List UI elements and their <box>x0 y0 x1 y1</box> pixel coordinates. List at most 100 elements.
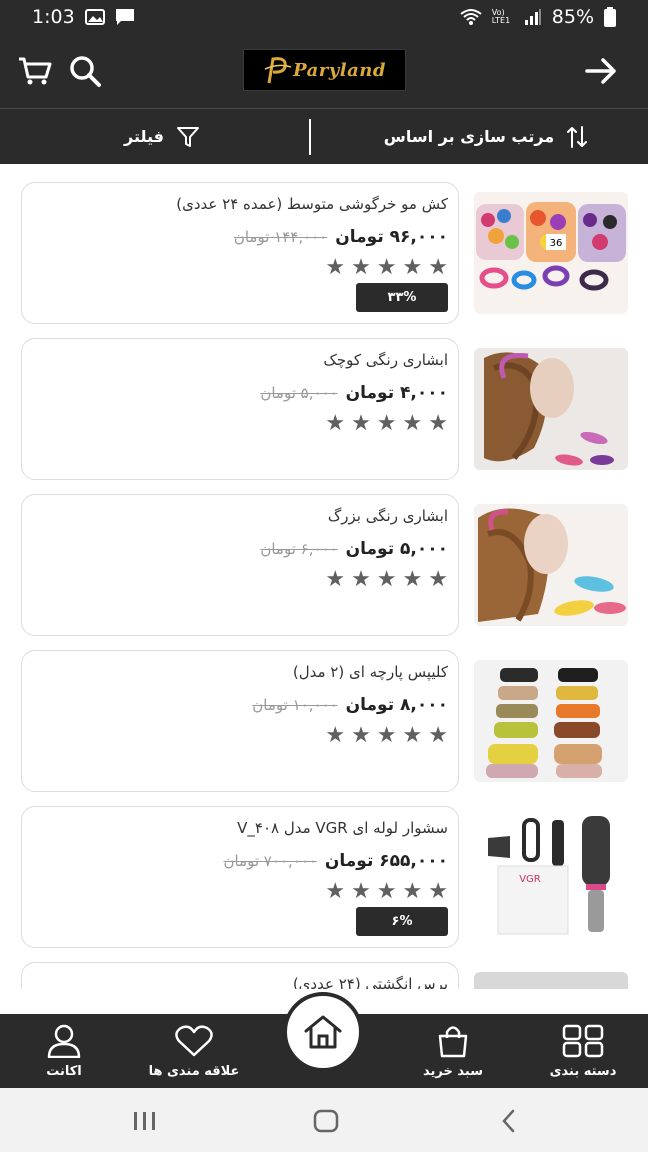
star-icon: ★ <box>325 411 346 436</box>
product-card[interactable]: ابشاری رنگی بزرگ ۵,۰۰۰ تومان ۶,۰۰۰ تومان… <box>21 494 459 636</box>
new-price: ۴,۰۰۰ تومان <box>345 383 448 403</box>
product-price: ۹۶,۰۰۰ تومان ۱۴۴,۰۰۰ تومان <box>234 227 448 247</box>
product-list: کش مو خرگوشی متوسط (عمده ۲۴ عددی) ۹۶,۰۰۰… <box>0 164 648 989</box>
logo-mark-icon <box>264 57 292 84</box>
new-price: ۸,۰۰۰ تومان <box>345 695 448 715</box>
star-icon: ★ <box>376 879 397 904</box>
star-icon: ★ <box>351 255 371 280</box>
product-price: ۶۵۵,۰۰۰ تومان ۷۰۰,۰۰۰ تومان <box>223 851 448 871</box>
discount-badge: ۳۳% <box>356 283 448 312</box>
star-icon: ★ <box>325 567 346 592</box>
product-title[interactable]: سشوار لوله ای VGR مدل V_۴۰۸ <box>237 819 448 837</box>
new-price: ۵,۰۰۰ تومان <box>345 539 448 559</box>
filter-button[interactable]: فیلتر <box>0 109 324 164</box>
product-image[interactable] <box>474 972 628 989</box>
product-price: ۵,۰۰۰ تومان ۶,۰۰۰ تومان <box>260 539 448 559</box>
cart-icon[interactable] <box>16 52 54 90</box>
app-header: Paryland <box>0 34 648 108</box>
product-title[interactable]: کش مو خرگوشی متوسط (عمده ۲۴ عددی) <box>176 195 448 213</box>
product-title[interactable]: کلیپس پارچه ای (۲ مدل) <box>293 663 448 681</box>
search-icon[interactable] <box>66 52 104 90</box>
nav-categories[interactable]: دسته بندی <box>533 1014 633 1088</box>
product-image[interactable]: VGR <box>474 816 628 938</box>
bottom-navigation: دسته بندی سبد خرید علاقه مندی ها اکانت <box>0 992 648 1088</box>
star-icon: ★ <box>325 879 346 904</box>
product-item[interactable]: کلیپس پارچه ای (۲ مدل) ۸,۰۰۰ تومان ۱۰,۰۰… <box>0 632 648 792</box>
product-image[interactable] <box>474 660 628 782</box>
discount-badge: ۶% <box>356 907 448 936</box>
back-arrow-icon[interactable] <box>582 52 620 90</box>
product-item[interactable]: ابشاری رنگی بزرگ ۵,۰۰۰ تومان ۶,۰۰۰ تومان… <box>0 476 648 636</box>
brand-logo[interactable]: Paryland <box>243 49 406 91</box>
back-system-icon[interactable] <box>494 1108 524 1134</box>
product-image[interactable]: 36 <box>474 192 628 314</box>
svg-text:36: 36 <box>550 238 563 249</box>
signal-icon <box>524 9 541 25</box>
old-price: ۵,۰۰۰ تومان <box>260 384 338 402</box>
nav-cart[interactable]: سبد خرید <box>403 1014 503 1088</box>
product-item[interactable]: سشوار لوله ای VGR مدل V_۴۰۸ ۶۵۵,۰۰۰ توما… <box>0 788 648 948</box>
sortbar-divider <box>309 119 311 155</box>
product-price: ۴,۰۰۰ تومان ۵,۰۰۰ تومان <box>260 383 448 403</box>
old-price: ۷۰۰,۰۰۰ تومان <box>223 852 317 870</box>
product-card[interactable]: کلیپس پارچه ای (۲ مدل) ۸,۰۰۰ تومان ۱۰,۰۰… <box>21 650 459 792</box>
new-price: ۹۶,۰۰۰ تومان <box>335 227 448 247</box>
heart-icon <box>175 1024 213 1056</box>
star-icon: ★ <box>402 723 423 748</box>
product-card[interactable]: برس انگشتی (۲۴ عددی) <box>21 962 459 989</box>
star-icon: ★ <box>351 411 371 436</box>
user-icon <box>47 1024 81 1058</box>
home-system-icon[interactable] <box>311 1108 341 1134</box>
recent-apps-icon[interactable] <box>130 1108 160 1134</box>
star-icon: ★ <box>376 723 397 748</box>
message-icon <box>115 9 134 25</box>
star-icon: ★ <box>325 255 346 280</box>
sort-label: مرتب سازی بر اساس <box>383 127 555 146</box>
product-item[interactable]: کش مو خرگوشی متوسط (عمده ۲۴ عددی) ۹۶,۰۰۰… <box>0 164 648 324</box>
product-image[interactable] <box>474 504 628 626</box>
star-icon: ★ <box>428 723 448 748</box>
nav-home-button[interactable] <box>283 992 363 1072</box>
product-image[interactable] <box>474 348 628 470</box>
star-icon: ★ <box>351 567 371 592</box>
logo-text: Paryland <box>293 59 386 81</box>
old-price: ۶,۰۰۰ تومان <box>260 540 338 558</box>
nav-cart-label: سبد خرید <box>423 1063 483 1079</box>
product-title[interactable]: ابشاری رنگی کوچک <box>323 351 448 369</box>
star-icon: ★ <box>428 879 448 904</box>
star-icon: ★ <box>402 255 423 280</box>
product-card[interactable]: کش مو خرگوشی متوسط (عمده ۲۴ عددی) ۹۶,۰۰۰… <box>21 182 459 324</box>
gallery-icon <box>84 9 105 25</box>
status-time: 1:03 <box>32 6 75 28</box>
sort-arrows-icon <box>567 125 588 148</box>
nav-favorites[interactable]: علاقه مندی ها <box>144 1014 244 1088</box>
product-card[interactable]: ابشاری رنگی کوچک ۴,۰۰۰ تومان ۵,۰۰۰ تومان… <box>21 338 459 480</box>
product-title[interactable]: ابشاری رنگی بزرگ <box>328 507 448 525</box>
star-icon: ★ <box>402 411 423 436</box>
star-icon: ★ <box>428 411 448 436</box>
product-card[interactable]: سشوار لوله ای VGR مدل V_۴۰۸ ۶۵۵,۰۰۰ توما… <box>21 806 459 948</box>
star-icon: ★ <box>351 879 371 904</box>
nav-account[interactable]: اکانت <box>14 1014 114 1088</box>
rating-stars: ★ ★ ★ ★ ★ <box>325 567 448 592</box>
grid-icon <box>562 1024 604 1057</box>
new-price: ۶۵۵,۰۰۰ تومان <box>324 851 448 871</box>
sort-filter-bar: فیلتر مرتب سازی بر اساس <box>0 108 648 164</box>
product-item[interactable]: ابشاری رنگی کوچک ۴,۰۰۰ تومان ۵,۰۰۰ تومان… <box>0 320 648 480</box>
product-item[interactable]: برس انگشتی (۲۴ عددی) <box>0 944 648 989</box>
star-icon: ★ <box>428 567 448 592</box>
battery-percent: 85% <box>551 6 594 28</box>
star-icon: ★ <box>376 411 397 436</box>
rating-stars: ★ ★ ★ ★ ★ <box>325 723 448 748</box>
rating-stars: ★ ★ ★ ★ ★ <box>325 255 448 280</box>
status-bar: 1:03 Vo) LTE1 85% <box>0 0 648 34</box>
home-icon <box>304 1015 342 1049</box>
product-title[interactable]: برس انگشتی (۲۴ عددی) <box>293 975 448 989</box>
star-icon: ★ <box>376 567 397 592</box>
star-icon: ★ <box>402 879 423 904</box>
sort-button[interactable]: مرتب سازی بر اساس <box>324 109 648 164</box>
filter-icon <box>177 126 200 147</box>
system-navigation-bar <box>0 1088 648 1152</box>
star-icon: ★ <box>376 255 397 280</box>
svg-text:VGR: VGR <box>519 874 541 885</box>
